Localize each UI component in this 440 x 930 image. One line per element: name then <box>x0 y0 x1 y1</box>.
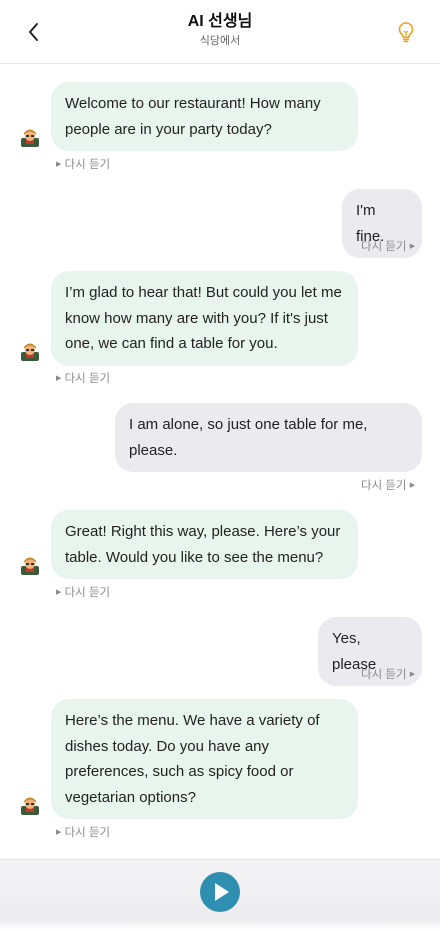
play-button[interactable] <box>200 872 240 912</box>
replay-button[interactable]: ▶ 다시 듣기 <box>56 372 110 386</box>
message-bubble: Welcome to our restaurant! How many peop… <box>51 82 358 151</box>
replay-button[interactable]: ▶ 다시 듣기 <box>56 586 110 600</box>
message-bubble: I am alone, so just one table for me, pl… <box>115 403 422 472</box>
teacher-avatar-icon <box>21 557 39 575</box>
replay-label: 다시 듣기 <box>64 827 111 840</box>
play-small-icon: ▶ <box>409 482 416 489</box>
message-bubble: Great! Right this way, please. Here’s yo… <box>51 510 358 579</box>
replay-button[interactable]: ▶ 다시 듣기 <box>56 158 110 172</box>
message-bubble: I’m glad to hear that! But could you let… <box>51 271 358 366</box>
play-small-icon: ▶ <box>409 243 416 250</box>
play-small-icon: ▶ <box>409 671 416 678</box>
header: AI 선생님 식당에서 <box>0 0 440 64</box>
play-small-icon: ▶ <box>56 589 62 596</box>
page-title: AI 선생님 <box>187 13 253 30</box>
teacher-avatar-icon <box>21 797 39 815</box>
title-block: AI 선생님 식당에서 <box>0 12 440 48</box>
replay-button[interactable]: 다시 듣기 ▶ <box>361 668 415 682</box>
teacher-avatar-icon <box>21 343 39 361</box>
replay-label: 다시 듣기 <box>64 159 111 172</box>
play-small-icon: ▶ <box>56 829 62 836</box>
teacher-avatar-icon <box>21 129 39 147</box>
replay-label: 다시 듣기 <box>64 587 111 600</box>
replay-label: 다시 듣기 <box>361 241 407 254</box>
replay-label: 다시 듣기 <box>64 373 111 386</box>
message-bubble: Here’s the menu. We have a variety of di… <box>51 699 358 819</box>
footer-bar <box>0 859 440 930</box>
replay-button[interactable]: ▶ 다시 듣기 <box>56 826 110 840</box>
replay-label: 다시 듣기 <box>361 480 407 493</box>
lightbulb-icon[interactable] <box>394 20 418 44</box>
page-subtitle: 식당에서 <box>199 35 241 47</box>
play-icon <box>215 883 229 901</box>
replay-button[interactable]: 다시 듣기 ▶ <box>361 479 415 493</box>
play-small-icon: ▶ <box>56 375 62 382</box>
replay-label: 다시 듣기 <box>361 669 407 682</box>
replay-button[interactable]: 다시 듣기 ▶ <box>361 240 415 254</box>
play-small-icon: ▶ <box>56 161 62 168</box>
